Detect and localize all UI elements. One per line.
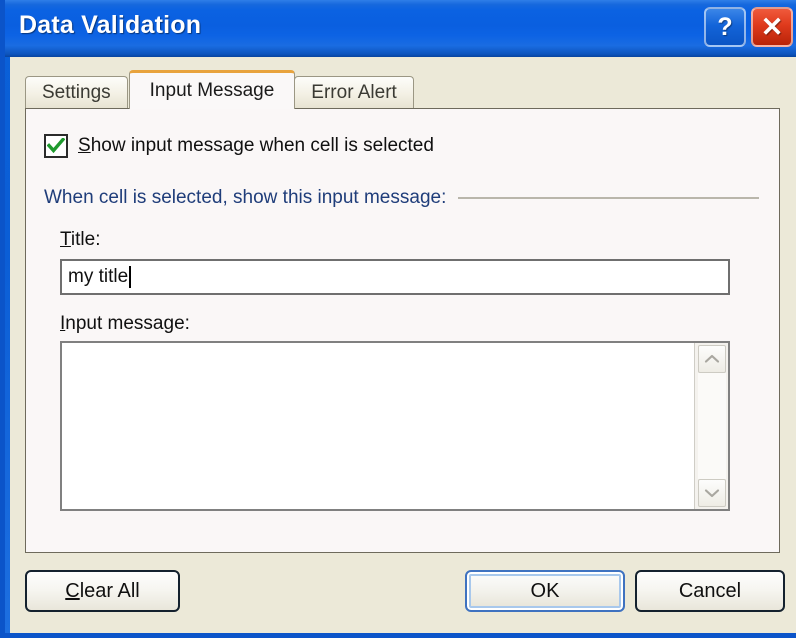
ok-button-label: OK — [530, 579, 560, 602]
input-message-textarea[interactable] — [60, 341, 730, 511]
tab-settings[interactable]: Settings — [25, 76, 128, 109]
question-mark-icon: ? — [717, 12, 733, 41]
ok-button[interactable]: OK — [465, 570, 625, 612]
text-caret — [129, 266, 132, 288]
show-input-message-checkbox[interactable] — [44, 134, 68, 158]
checkbox-label-rest: how input message when cell is selected — [90, 135, 434, 156]
chevron-up-icon — [704, 354, 719, 363]
show-input-message-label: Show input message when cell is selected — [78, 135, 434, 157]
clear-all-accel-letter: C — [65, 579, 80, 602]
input-message-field-label: Input message: — [60, 313, 190, 335]
show-input-message-checkbox-row[interactable]: Show input message when cell is selected — [44, 134, 434, 158]
input-message-scrollbar[interactable] — [694, 343, 728, 509]
clear-all-label-rest: lear All — [79, 579, 140, 602]
group-header: When cell is selected, show this input m… — [44, 187, 759, 209]
close-button[interactable]: ✕ — [751, 7, 793, 47]
cancel-button-label: Cancel — [678, 579, 742, 602]
scroll-down-button[interactable] — [697, 479, 726, 507]
checkmark-icon — [47, 138, 65, 154]
checkbox-accel-letter: S — [78, 135, 91, 156]
scrollbar-track[interactable] — [697, 373, 726, 479]
dialog-client-area: Settings Input Message Error Alert Show … — [10, 57, 796, 633]
title-bar[interactable]: Data Validation ? ✕ — [5, 0, 796, 57]
title-field-label: Title: — [60, 229, 100, 251]
title-input-value: my title — [68, 266, 129, 287]
close-icon: ✕ — [760, 11, 784, 42]
title-label-accel-letter: T — [60, 229, 71, 250]
tab-input-message[interactable]: Input Message — [128, 70, 296, 109]
title-input[interactable]: my title — [60, 259, 730, 295]
group-header-text: When cell is selected, show this input m… — [44, 187, 447, 208]
title-label-rest: itle: — [70, 229, 101, 250]
scroll-up-button[interactable] — [697, 345, 726, 373]
tab-panel-input-message: Show input message when cell is selected… — [25, 108, 780, 553]
dialog-window: Data Validation ? ✕ Settings Input Messa… — [0, 0, 796, 638]
tab-input-message-label: Input Message — [149, 80, 275, 101]
title-bar-buttons: ? ✕ — [704, 7, 793, 47]
window-title: Data Validation — [19, 11, 202, 39]
tab-strip: Settings Input Message Error Alert — [25, 70, 416, 109]
cancel-button[interactable]: Cancel — [635, 570, 785, 612]
tab-error-alert[interactable]: Error Alert — [294, 76, 414, 109]
message-label-rest: nput message: — [65, 313, 190, 334]
input-message-value — [62, 343, 694, 509]
chevron-down-icon — [704, 489, 719, 498]
help-button[interactable]: ? — [704, 7, 746, 47]
tab-error-alert-label: Error Alert — [311, 82, 397, 103]
clear-all-button[interactable]: Clear All — [25, 570, 180, 612]
tab-settings-label: Settings — [42, 82, 111, 103]
group-header-divider — [458, 197, 759, 199]
